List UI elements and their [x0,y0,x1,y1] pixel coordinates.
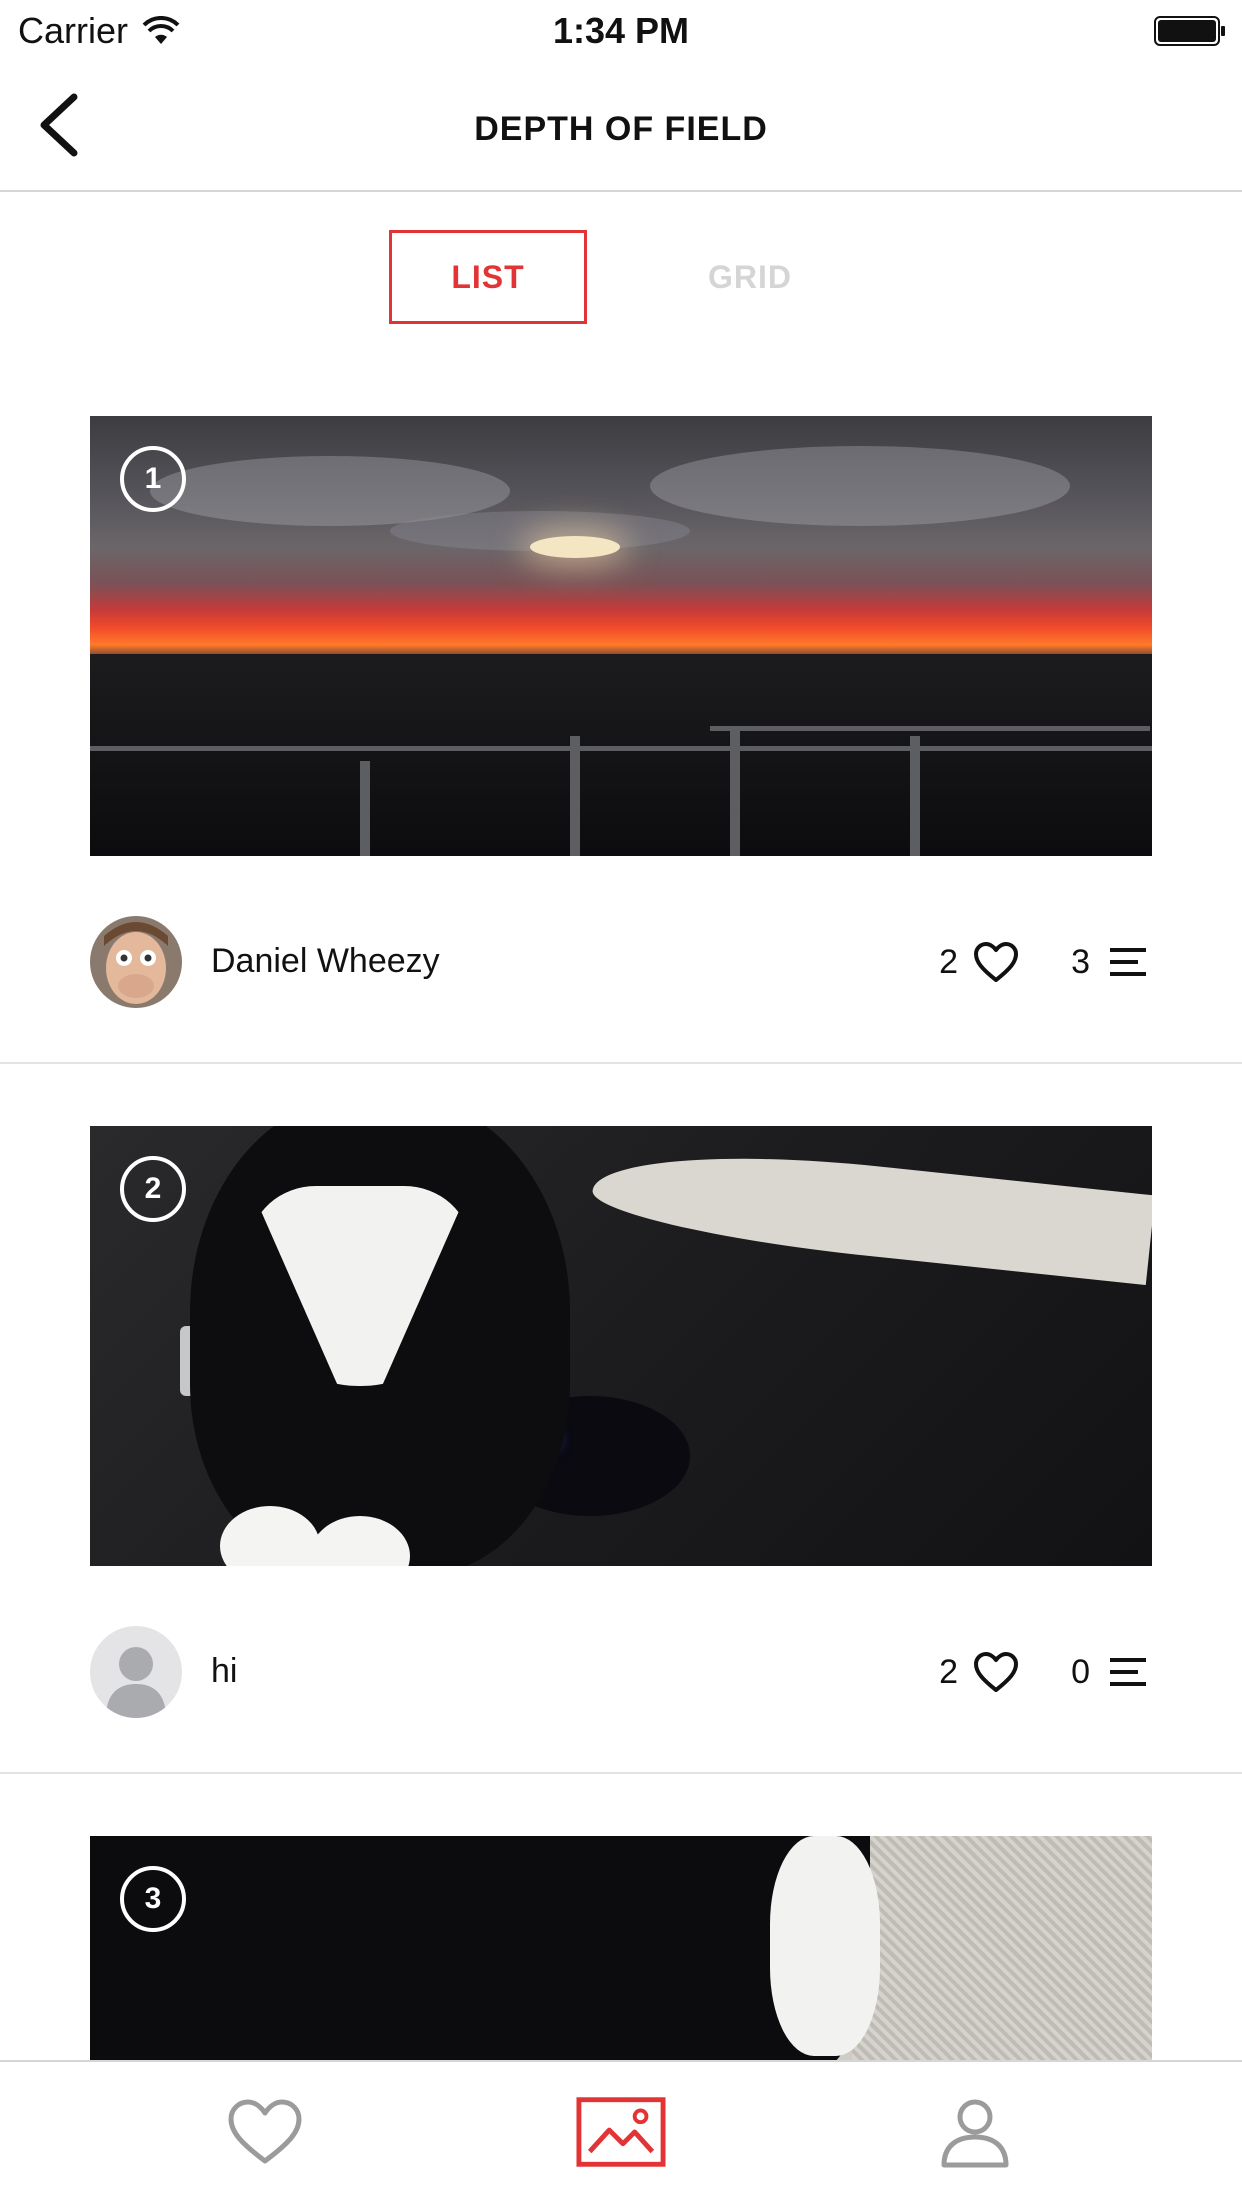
heart-icon [228,2099,302,2164]
heart-icon[interactable] [972,1650,1020,1694]
post-meta: Daniel Wheezy 2 3 [90,916,1152,1008]
navigation-bar: DEPTH OF FIELD [0,60,1242,192]
tab-likes[interactable] [220,2092,310,2172]
avatar[interactable] [90,916,182,1008]
heart-icon[interactable] [972,940,1020,984]
tab-bar [0,2060,1242,2208]
comment-count: 0 [1071,1652,1090,1691]
status-time: 1:34 PM [552,10,690,51]
avatar[interactable] [90,1626,182,1718]
username[interactable]: Daniel Wheezy [211,942,440,981]
post-stats: 2 3 [924,938,1152,986]
comment-count: 3 [1071,942,1090,981]
tab-profile[interactable] [930,2092,1020,2172]
rank-badge: 3 [120,1866,186,1932]
post-photo-cat-carpet[interactable]: 3 [90,1836,1152,2060]
image-icon [576,2097,666,2167]
username[interactable]: hi [211,1652,237,1691]
like-count: 2 [939,1652,958,1691]
rank-badge: 1 [120,446,186,512]
post-stats: 2 0 [924,1648,1152,1696]
rank-badge: 2 [120,1156,186,1222]
battery-icon [1154,16,1225,46]
post-photo-cat-desk[interactable]: 2 [90,1126,1152,1566]
comments-list-icon[interactable] [1104,1650,1152,1694]
comments-list-icon[interactable] [1104,940,1152,984]
post-meta: hi 2 0 [90,1626,1152,1718]
tab-gallery[interactable] [576,2092,666,2172]
tab-grid[interactable]: GRID [670,230,830,324]
divider [0,1772,1242,1774]
tab-list[interactable]: LIST [389,230,587,324]
view-toggle: LIST GRID [0,230,1242,324]
page-title: DEPTH OF FIELD [474,110,768,148]
photo-feed[interactable]: 1 Daniel Wheezy 2 3 2 hi 2 0 3 [0,324,1242,2060]
person-icon [941,2099,1009,2168]
post-photo-sunset[interactable]: 1 [90,416,1152,856]
status-bar: Carrier 1:34 PM [0,0,1242,60]
divider [0,1062,1242,1064]
like-count: 2 [939,942,958,981]
